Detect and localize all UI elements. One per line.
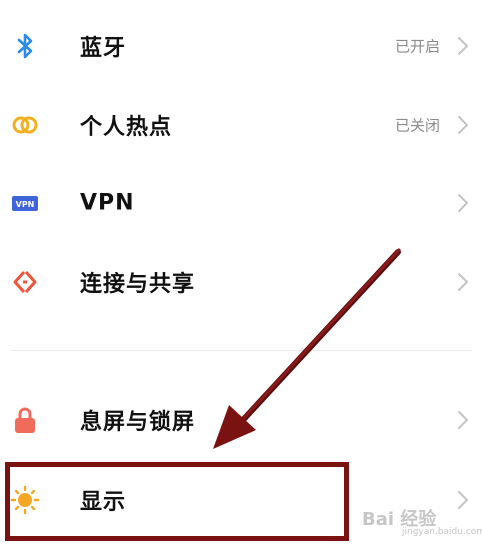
- settings-item-label: VPN: [80, 190, 135, 216]
- annotation-highlight-box: [5, 462, 349, 541]
- chevron-right-icon: [454, 271, 472, 293]
- connection-share-icon: [10, 267, 40, 297]
- lock-icon: [10, 405, 40, 435]
- chevron-right-icon: [454, 35, 472, 57]
- settings-item-label: 息屏与锁屏: [80, 410, 196, 435]
- status-text: 已关闭: [394, 116, 440, 135]
- settings-item-connection-share[interactable]: 连接与共享: [0, 252, 482, 312]
- watermark-url: jingyan.baidu.com: [402, 527, 482, 537]
- chevron-right-icon: [454, 489, 472, 511]
- settings-item-label: 连接与共享: [80, 272, 196, 297]
- settings-item-bluetooth[interactable]: 蓝牙 已开启: [0, 16, 482, 76]
- settings-item-lock-screen[interactable]: 息屏与锁屏: [0, 390, 482, 450]
- bluetooth-icon: [10, 31, 40, 61]
- chevron-right-icon: [454, 192, 472, 214]
- vpn-badge-text: VPN: [16, 200, 35, 209]
- settings-item-label: 蓝牙: [80, 36, 127, 61]
- section-divider: [10, 350, 472, 351]
- chevron-right-icon: [454, 409, 472, 431]
- status-text: 已开启: [394, 37, 440, 56]
- chevron-right-icon: [454, 114, 472, 136]
- hotspot-icon: [10, 110, 40, 140]
- settings-item-hotspot[interactable]: 个人热点 已关闭: [0, 95, 482, 155]
- settings-item-label: 个人热点: [80, 115, 173, 140]
- vpn-icon: VPN: [10, 188, 40, 218]
- settings-item-vpn[interactable]: VPN VPN: [0, 173, 482, 233]
